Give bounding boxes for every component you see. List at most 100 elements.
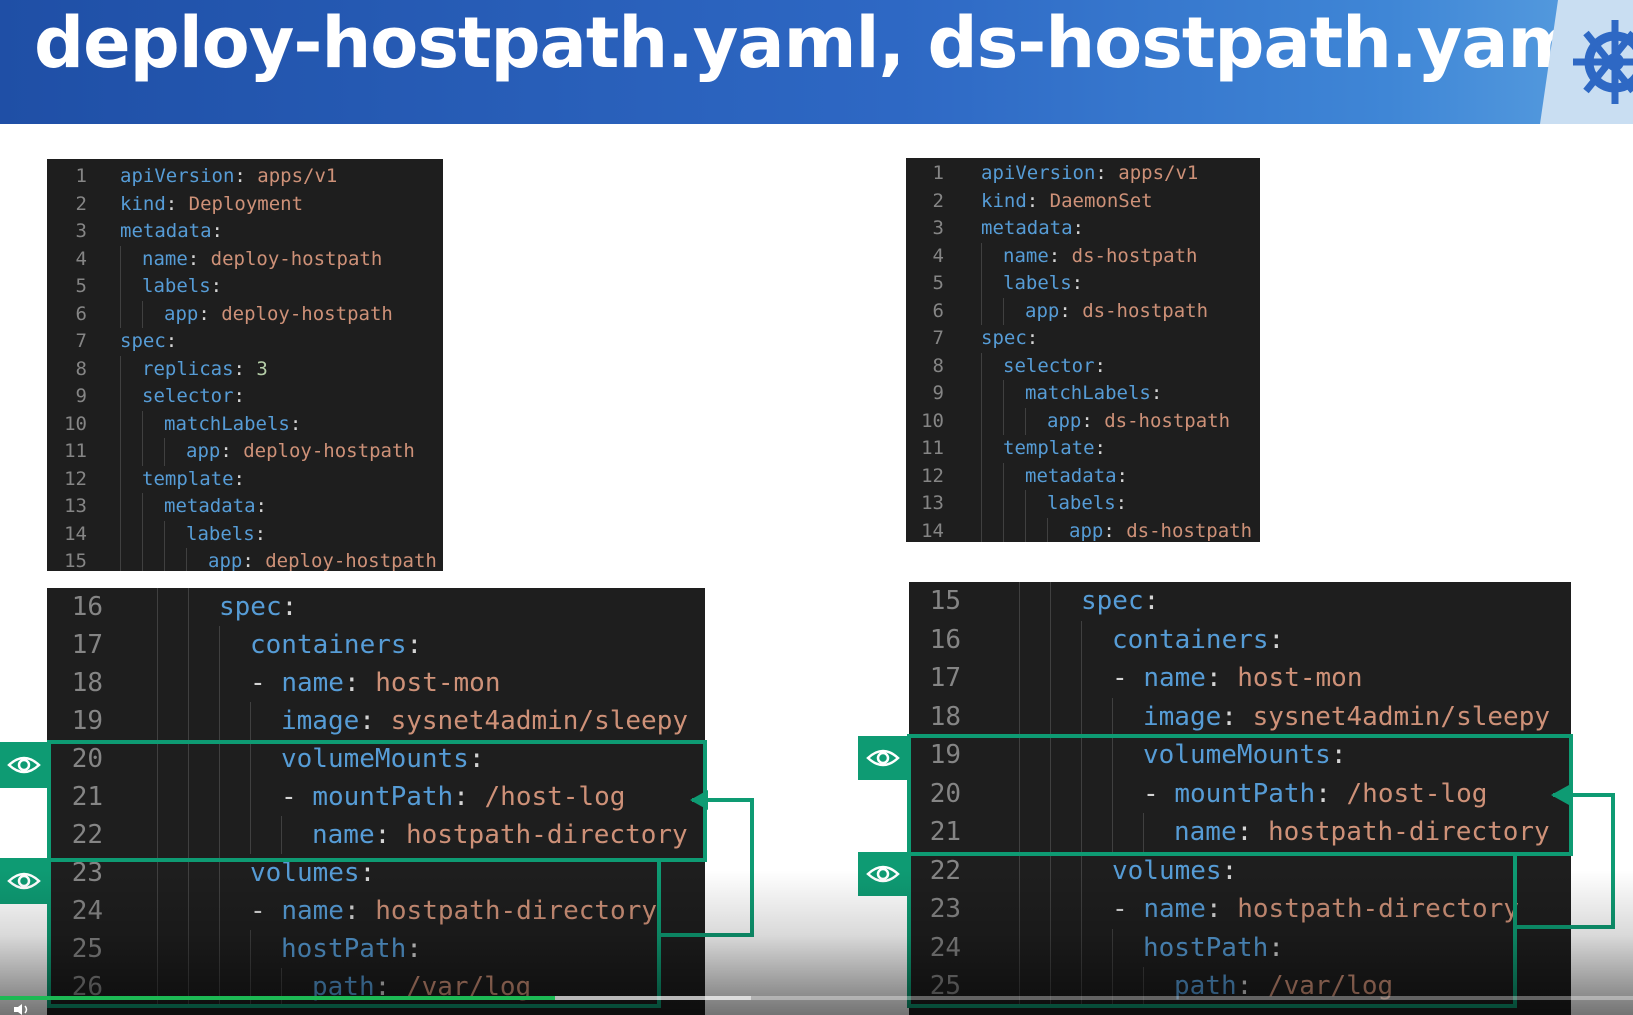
eye-icon[interactable] bbox=[0, 742, 48, 788]
yaml-key: name bbox=[1143, 663, 1206, 693]
code-text: hostPath: bbox=[281, 934, 422, 964]
indent-guide bbox=[1019, 659, 1020, 698]
code-text: volumes: bbox=[250, 858, 376, 888]
indent-guide bbox=[219, 968, 220, 1006]
indent-guide bbox=[1112, 813, 1113, 852]
code-line: 16 containers: bbox=[909, 620, 1571, 659]
indent-guide bbox=[1050, 928, 1051, 967]
code-text: matchLabels: bbox=[164, 412, 302, 435]
code-line: 7 spec: bbox=[906, 325, 1260, 353]
indent-guide bbox=[250, 968, 251, 1006]
yaml-key: spec bbox=[219, 592, 282, 622]
code-text: volumeMounts: bbox=[1143, 740, 1347, 770]
indent-guide bbox=[142, 520, 143, 548]
code-line: 16 spec: bbox=[47, 588, 705, 626]
yaml-value: host-mon bbox=[1237, 663, 1363, 693]
indent-guide bbox=[981, 407, 982, 435]
code-text: volumeMounts: bbox=[281, 744, 485, 774]
code-text: labels: bbox=[142, 275, 223, 297]
code-line: 9 selector: bbox=[47, 383, 443, 411]
yaml-value: deploy-hostpath bbox=[265, 550, 437, 571]
indent-guide bbox=[1025, 490, 1026, 518]
yaml-value: ds-hostpath bbox=[1082, 299, 1209, 322]
yaml-key: name bbox=[312, 820, 375, 850]
yaml-value: /host-log bbox=[484, 782, 626, 812]
indent-guide bbox=[1047, 517, 1048, 542]
yaml-value: hostpath-directory bbox=[1237, 894, 1520, 924]
played-bar bbox=[0, 996, 556, 1000]
code-line: 18 - name: host-mon bbox=[47, 664, 705, 702]
code-line: 20 - mountPath: /host-log bbox=[909, 774, 1571, 813]
yaml-value: hostpath-directory bbox=[405, 820, 688, 850]
indent-guide bbox=[219, 892, 220, 930]
indent-guide bbox=[120, 383, 121, 411]
line-number: 4 bbox=[932, 244, 944, 267]
indent-guide bbox=[1003, 297, 1004, 325]
indent-guide bbox=[142, 300, 143, 328]
code-line: 17 - name: host-mon bbox=[909, 659, 1571, 698]
yaml-key: hostPath bbox=[1143, 932, 1269, 963]
deployment-code-bottom: 16 spec: 17 containers: 18 - name: host-mon 19… bbox=[47, 588, 705, 1015]
indent-guide bbox=[1050, 659, 1051, 698]
yaml-key: name bbox=[1003, 244, 1049, 267]
line-number: 3 bbox=[75, 220, 87, 242]
code-text: name: hostpath-directory bbox=[312, 820, 688, 850]
line-number: 10 bbox=[64, 412, 87, 435]
yaml-value: deploy-hostpath bbox=[221, 302, 393, 325]
indent-guide bbox=[219, 740, 220, 778]
indent-guide bbox=[186, 548, 187, 571]
indent-guide bbox=[1081, 928, 1082, 967]
eye-icon[interactable] bbox=[858, 852, 908, 896]
yaml-key: app bbox=[164, 302, 199, 325]
eye-icon[interactable] bbox=[858, 736, 908, 780]
indent-guide bbox=[188, 892, 189, 930]
code-text: - mountPath: /host-log bbox=[1143, 778, 1488, 809]
indent-guide bbox=[1081, 890, 1082, 929]
code-line: 3 metadata: bbox=[47, 218, 443, 246]
code-text: template: bbox=[1003, 437, 1106, 459]
indent-guide bbox=[120, 410, 121, 438]
code-text: app: ds-hostpath bbox=[1069, 519, 1253, 542]
yaml-key: spec bbox=[120, 330, 166, 352]
yaml-key: image bbox=[281, 706, 360, 736]
yaml-key: labels bbox=[186, 522, 255, 545]
indent-guide bbox=[142, 493, 143, 521]
code-line: 23 - name: hostpath-directory bbox=[909, 890, 1571, 929]
line-number: 22 bbox=[71, 820, 103, 850]
line-number: 19 bbox=[71, 706, 103, 736]
code-line: 17 containers: bbox=[47, 626, 705, 664]
line-number: 19 bbox=[929, 740, 961, 770]
code-line: 14 app: ds-hostpath bbox=[906, 517, 1260, 542]
indent-guide bbox=[1003, 407, 1004, 435]
indent-guide bbox=[188, 664, 189, 702]
indent-guide bbox=[1003, 380, 1004, 408]
code-line: 6 app: ds-hostpath bbox=[906, 297, 1260, 325]
line-number: 21 bbox=[929, 817, 961, 847]
code-line: 6 app: deploy-hostpath bbox=[47, 300, 443, 328]
code-line: 14 labels: bbox=[47, 520, 443, 548]
indent-guide bbox=[1081, 774, 1082, 813]
code-text: - name: host-mon bbox=[250, 668, 501, 698]
yaml-key: volumeMounts bbox=[1143, 740, 1331, 770]
indent-guide bbox=[1050, 851, 1051, 890]
video-progress-bar[interactable] bbox=[0, 996, 1633, 1000]
code-line: 19 image: sysnet4admin/sleepy bbox=[47, 702, 705, 740]
yaml-key: image bbox=[1143, 701, 1222, 732]
indent-guide bbox=[219, 626, 220, 664]
line-number: 9 bbox=[75, 385, 87, 407]
yaml-key: kind bbox=[120, 192, 166, 215]
volume-icon[interactable] bbox=[14, 1004, 32, 1015]
yaml-value: DaemonSet bbox=[1049, 189, 1153, 212]
code-text: labels: bbox=[186, 522, 267, 545]
indent-guide bbox=[120, 548, 121, 571]
yaml-key: spec bbox=[1081, 586, 1144, 616]
yaml-key: matchLabels bbox=[1025, 382, 1151, 404]
line-number: 22 bbox=[929, 855, 961, 886]
yaml-value: host-mon bbox=[375, 668, 501, 698]
eye-icon[interactable] bbox=[0, 858, 48, 904]
yaml-value: sysnet4admin/sleepy bbox=[390, 706, 689, 736]
code-line: 2 kind: Deployment bbox=[47, 191, 443, 219]
code-line: 12 template: bbox=[47, 465, 443, 493]
line-number: 13 bbox=[64, 495, 87, 517]
code-line: 10 matchLabels: bbox=[47, 410, 443, 438]
